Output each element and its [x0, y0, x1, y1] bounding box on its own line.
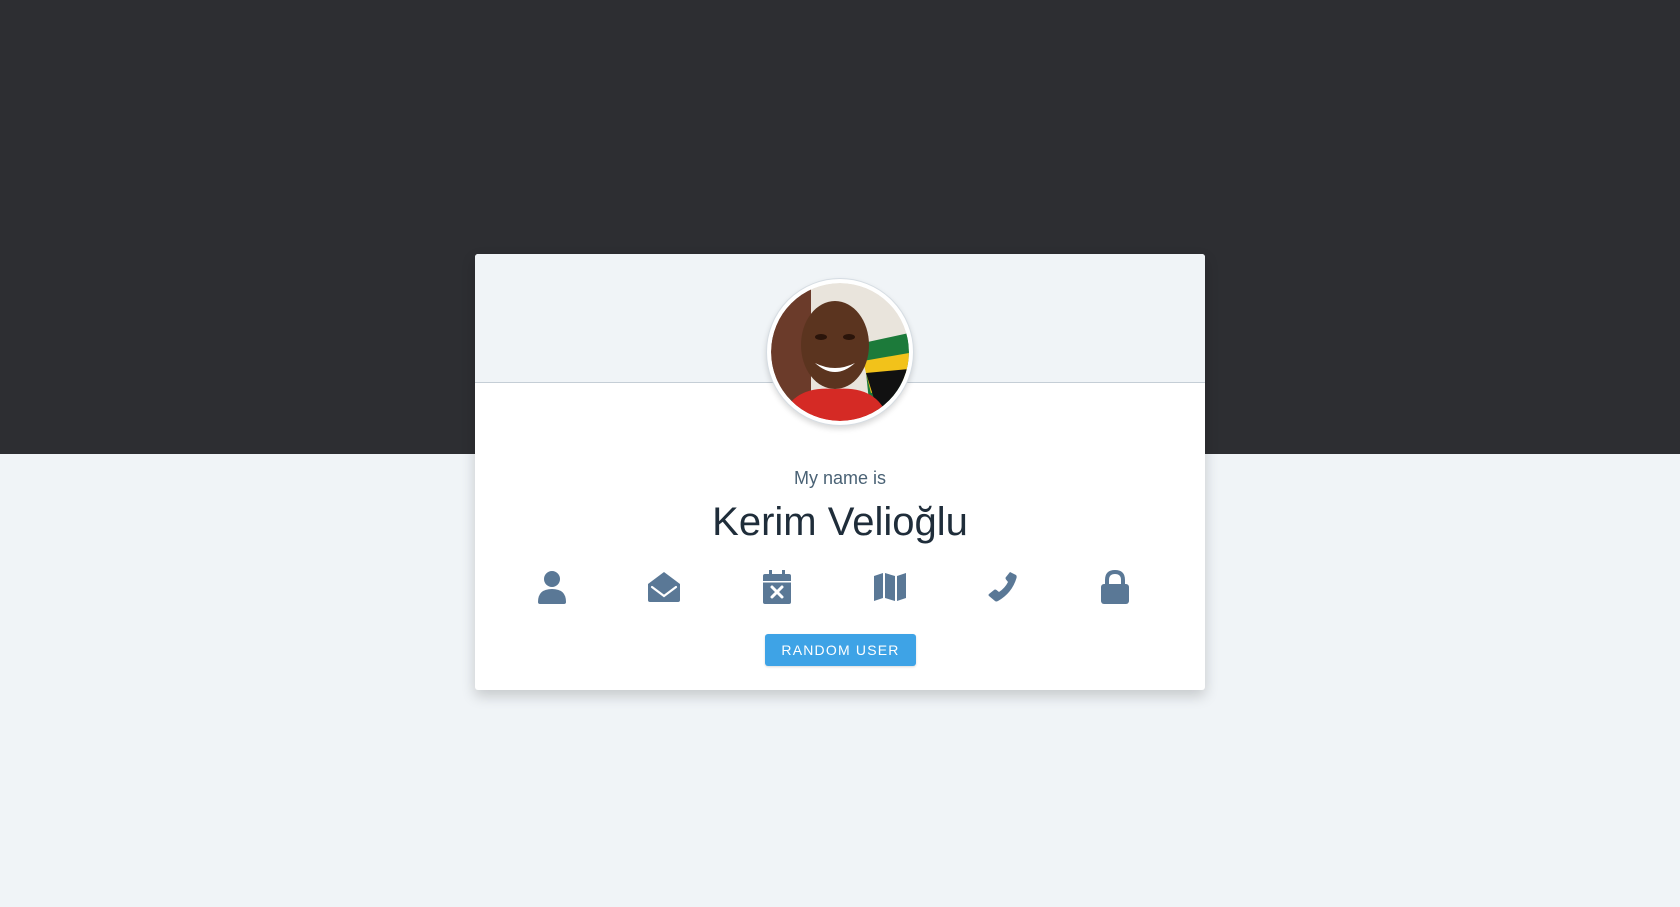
random-user-button[interactable]: RANDOM USER [765, 634, 916, 666]
calendar-x-icon[interactable] [757, 567, 797, 607]
map-icon[interactable] [870, 567, 910, 607]
avatar [766, 278, 914, 426]
avatar-photo [771, 283, 909, 421]
phone-icon[interactable] [982, 567, 1022, 607]
icon-row [475, 567, 1205, 607]
user-icon[interactable] [532, 567, 572, 607]
field-value: Kerim Velioğlu [712, 500, 968, 544]
lock-icon[interactable] [1095, 567, 1135, 607]
user-card: My name is Kerim Velioğlu RANDOM USER [475, 254, 1205, 690]
envelope-open-icon[interactable] [644, 567, 684, 607]
field-label: My name is [793, 468, 887, 488]
